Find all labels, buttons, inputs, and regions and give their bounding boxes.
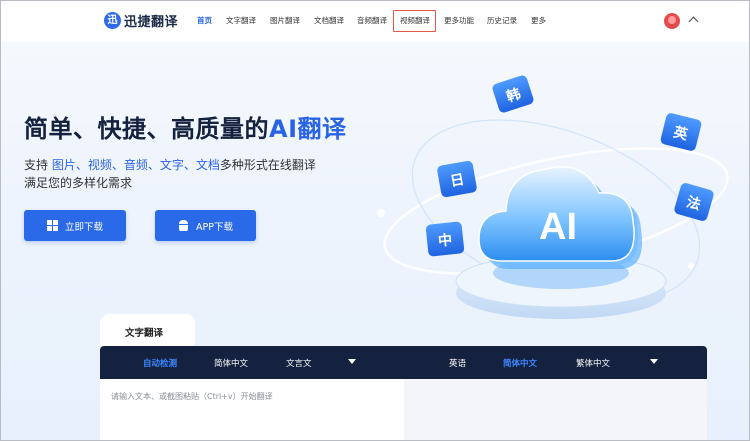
hero-title: 简单、快捷、高质量的AI翻译 <box>24 109 347 144</box>
source-lang-dropdown-icon[interactable] <box>348 359 356 364</box>
top-navbar: 迅 迅捷翻译 首页 文字翻译 图片翻译 文档翻译 音频翻译 视频翻译 更多功能 … <box>1 1 749 42</box>
nav-more[interactable]: 更多 <box>531 15 546 26</box>
svg-text:中: 中 <box>437 231 453 249</box>
download-button[interactable]: 立即下载 <box>24 210 126 241</box>
bubble-japanese: 日 <box>437 160 477 198</box>
nav-text-translate[interactable]: 文字翻译 <box>226 15 256 26</box>
nav-video-translate[interactable]: 视频翻译 <box>400 15 430 26</box>
chevron-up-icon[interactable] <box>688 16 699 27</box>
nav-history[interactable]: 历史记录 <box>487 15 517 26</box>
source-input-placeholder: 请输入文本、或截图粘贴（Ctrl+v）开始翻译 <box>111 392 273 401</box>
ai-cloud-illustration: AI 韩 英 日 法 中 <box>377 75 729 319</box>
hero-subtitle-line1: 支持 图片、视频、音频、文字、文档多种形式在线翻译 <box>24 156 316 174</box>
target-lang-traditional-chinese[interactable]: 繁体中文 <box>576 357 610 369</box>
source-text-input[interactable] <box>100 379 404 440</box>
app-download-button[interactable]: APP下载 <box>155 210 256 241</box>
source-lang-simplified-chinese[interactable]: 简体中文 <box>214 357 248 369</box>
nav-audio-translate[interactable]: 音频翻译 <box>357 15 387 26</box>
source-lang-classical-chinese[interactable]: 文言文 <box>286 357 312 369</box>
nav-image-translate[interactable]: 图片翻译 <box>270 15 300 26</box>
logo-text[interactable]: 迅捷翻译 <box>124 11 178 30</box>
target-lang-dropdown-icon[interactable] <box>650 359 658 364</box>
hero-title-accent: AI翻译 <box>269 115 347 143</box>
subtitle-highlight: 图片、视频、音频、文字、文档 <box>51 158 220 172</box>
bubble-english: 英 <box>660 113 702 151</box>
orbit-dot <box>377 209 385 217</box>
bubble-french: 法 <box>674 183 714 221</box>
nav-home[interactable]: 首页 <box>197 15 212 26</box>
bubble-chinese: 中 <box>425 221 465 257</box>
nav-more-features[interactable]: 更多功能 <box>444 15 474 26</box>
page: 迅 迅捷翻译 首页 文字翻译 图片翻译 文档翻译 音频翻译 视频翻译 更多功能 … <box>0 0 750 441</box>
hero-title-prefix: 简单、快捷、高质量的 <box>24 115 269 143</box>
windows-icon <box>46 220 58 231</box>
user-avatar[interactable] <box>664 13 680 29</box>
target-lang-english[interactable]: 英语 <box>449 357 466 369</box>
hero-subtitle-line2: 满足您的多样化需求 <box>24 176 133 190</box>
source-lang-auto-detect[interactable]: 自动检测 <box>143 357 177 369</box>
target-lang-simplified-chinese[interactable]: 简体中文 <box>503 357 537 369</box>
translation-output <box>404 379 707 440</box>
svg-text:日: 日 <box>449 172 466 190</box>
orbit-dot <box>688 263 694 269</box>
hero-subtitle: 支持 图片、视频、音频、文字、文档多种形式在线翻译 满足您的多样化需求 <box>24 156 316 192</box>
cloud-ai-text: AI <box>539 206 577 248</box>
android-icon <box>178 219 189 232</box>
app-button-label: APP下载 <box>196 221 233 233</box>
bubble-korean: 韩 <box>492 75 534 113</box>
download-button-label: 立即下载 <box>64 221 103 233</box>
logo-icon[interactable]: 迅 <box>104 12 121 29</box>
nav-document-translate[interactable]: 文档翻译 <box>314 15 344 26</box>
subtitle-suffix: 多种形式在线翻译 <box>219 158 316 172</box>
subtitle-prefix: 支持 <box>24 158 52 172</box>
language-bar <box>100 346 707 379</box>
tab-text-translate-label: 文字翻译 <box>125 328 164 339</box>
